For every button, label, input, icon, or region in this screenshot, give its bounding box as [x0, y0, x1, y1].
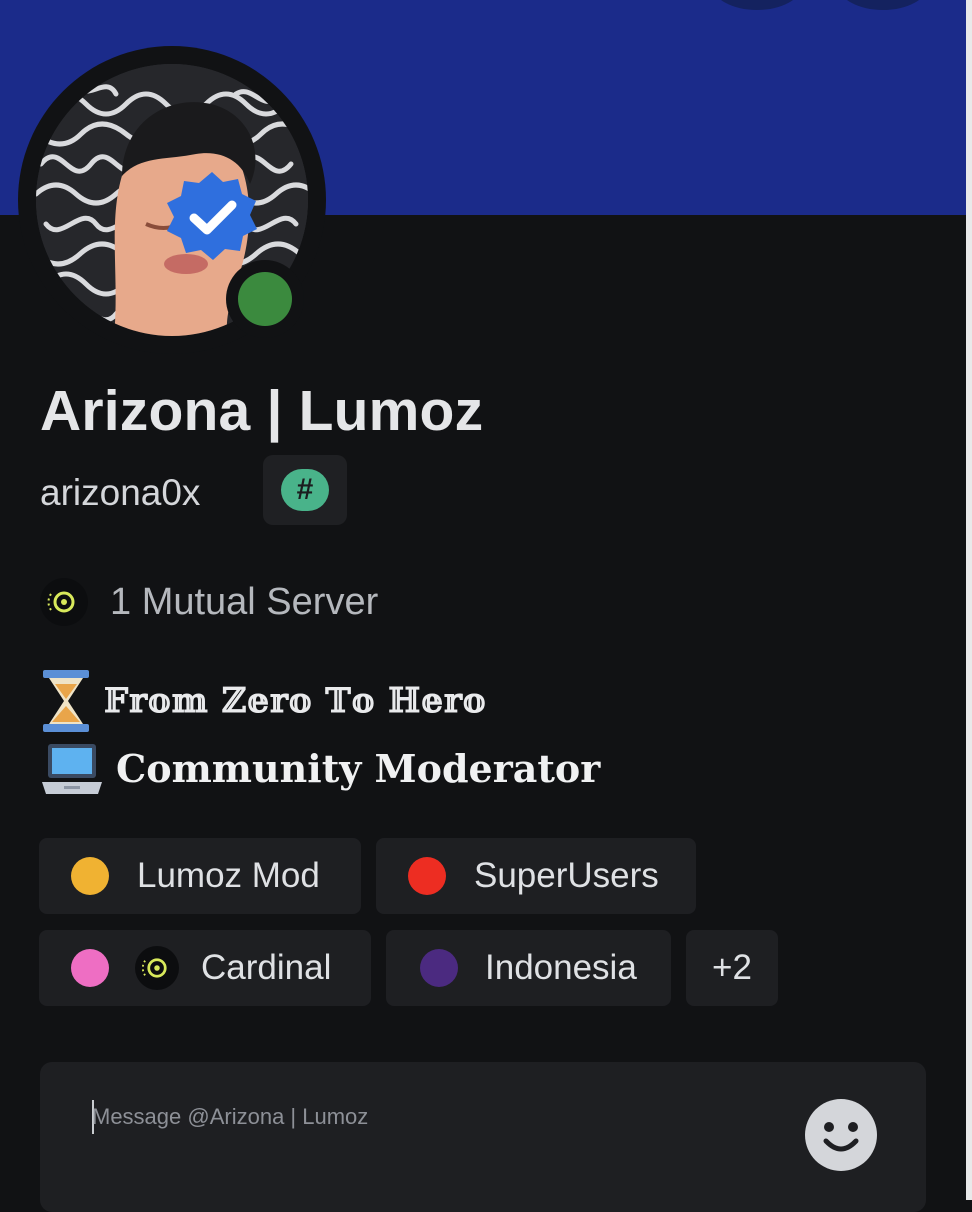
role-color-dot	[71, 857, 109, 895]
message-composer[interactable]: Message @Arizona | Lumoz	[40, 1062, 926, 1212]
bio-line: 𝐂𝐨𝐦𝐦𝐮𝐧𝐢𝐭𝐲 𝐌𝐨𝐝𝐞𝐫𝐚𝐭𝐨𝐫	[40, 740, 600, 796]
hashtag-badge[interactable]: #	[263, 455, 347, 525]
verified-check-icon	[167, 172, 257, 260]
role-color-dot	[408, 857, 446, 895]
more-roles-label: +2	[712, 948, 752, 987]
server-icon	[40, 578, 88, 626]
username[interactable]: arizona0x	[40, 472, 200, 514]
bio-text: 𝐂𝐨𝐦𝐦𝐮𝐧𝐢𝐭𝐲 𝐌𝐨𝐝𝐞𝐫𝐚𝐭𝐨𝐫	[116, 745, 601, 791]
role-chip[interactable]: Indonesia	[386, 930, 671, 1006]
bio-line: 𝔽𝕣𝕠𝕞 ℤ𝕖𝕣𝕠 𝕋𝕠 ℍ𝕖𝕣𝕠	[40, 668, 487, 734]
role-color-dot	[71, 949, 109, 987]
role-label: Indonesia	[485, 948, 637, 987]
hashtag-icon: #	[281, 469, 329, 511]
message-input-placeholder: Message @Arizona | Lumoz	[92, 1104, 369, 1129]
mutual-servers[interactable]: 1 Mutual Server	[40, 577, 378, 627]
online-status-icon	[238, 272, 292, 326]
role-label: Lumoz Mod	[137, 856, 320, 895]
role-color-dot	[420, 949, 458, 987]
laptop-icon	[42, 744, 102, 794]
hourglass-icon	[43, 670, 89, 732]
server-icon	[135, 946, 179, 990]
role-label: SuperUsers	[474, 856, 659, 895]
mutual-servers-label: 1 Mutual Server	[110, 580, 379, 623]
role-chip[interactable]: SuperUsers	[376, 838, 696, 914]
role-chip[interactable]: Lumoz Mod	[39, 838, 361, 914]
bio-text: 𝔽𝕣𝕠𝕞 ℤ𝕖𝕣𝕠 𝕋𝕠 ℍ𝕖𝕣𝕠	[104, 681, 487, 721]
role-label: Cardinal	[201, 948, 332, 987]
role-chip[interactable]: Cardinal	[39, 930, 371, 1006]
window-edge	[966, 0, 972, 1200]
emoji-smile-icon[interactable]	[804, 1098, 878, 1172]
display-name: Arizona | Lumoz	[40, 379, 484, 443]
more-roles-button[interactable]: +2	[686, 930, 778, 1006]
